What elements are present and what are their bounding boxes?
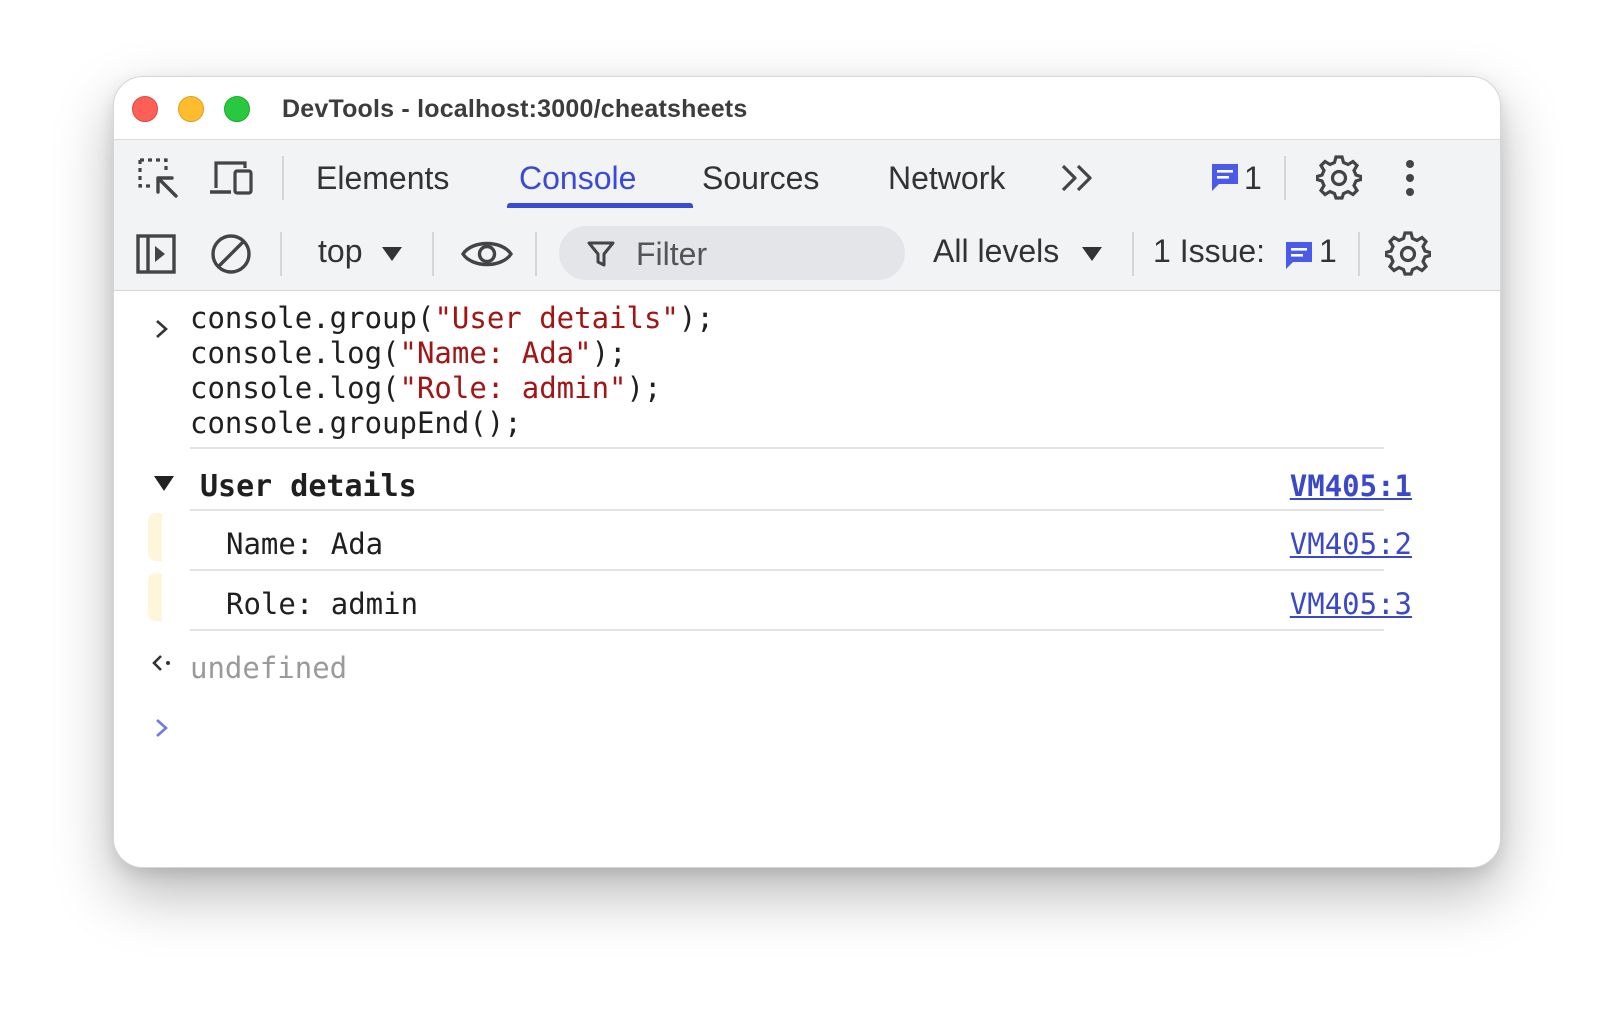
- more-options-icon[interactable]: [1398, 156, 1422, 200]
- divider: [280, 232, 282, 276]
- source-link[interactable]: VM405:3: [1290, 587, 1412, 621]
- levels-dropdown-icon[interactable]: [1082, 247, 1102, 261]
- active-tab-indicator: [507, 203, 693, 208]
- close-window-button[interactable]: [132, 96, 158, 122]
- row-divider: [190, 509, 1384, 511]
- context-dropdown-icon[interactable]: [382, 247, 402, 261]
- tab-network[interactable]: Network: [888, 160, 1005, 197]
- show-sidebar-icon[interactable]: [134, 230, 178, 278]
- divider: [1358, 232, 1360, 276]
- divider: [432, 232, 434, 276]
- group-title[interactable]: User details: [200, 469, 417, 504]
- code-line: console.group("User details");: [190, 301, 714, 335]
- issues-count: 1: [1319, 233, 1337, 269]
- group-indent-gutter: [148, 513, 162, 561]
- code-line: console.log("Role: admin");: [190, 371, 662, 405]
- tab-sources[interactable]: Sources: [702, 160, 819, 197]
- settings-gear-icon[interactable]: [1315, 154, 1363, 202]
- more-tabs-icon[interactable]: [1058, 158, 1098, 198]
- console-prompt-chevron-icon[interactable]: [152, 715, 172, 741]
- clear-console-icon[interactable]: [208, 230, 254, 278]
- row-divider: [190, 629, 1384, 631]
- context-selector[interactable]: top: [318, 233, 362, 270]
- panel-tab-bar: Elements Console Sources Network 1: [114, 139, 1500, 219]
- zoom-window-button[interactable]: [224, 96, 250, 122]
- console-toolbar: top Filter All levels 1 Issue: 1: [114, 218, 1500, 291]
- log-levels-selector[interactable]: All levels: [933, 233, 1059, 270]
- issues-label[interactable]: 1 Issue:: [1153, 233, 1265, 270]
- window-title: DevTools - localhost:3000/cheatsheets: [282, 95, 748, 123]
- tab-console[interactable]: Console: [519, 160, 636, 197]
- divider: [1284, 156, 1286, 200]
- divider: [1132, 232, 1134, 276]
- minimize-window-button[interactable]: [178, 96, 204, 122]
- source-link[interactable]: VM405:1: [1290, 469, 1412, 503]
- console-output[interactable]: console.group("User details"); console.l…: [114, 291, 1500, 867]
- group-indent-gutter: [148, 573, 162, 621]
- group-expanded-triangle-icon[interactable]: [152, 471, 176, 495]
- code-line: console.log("Name: Ada");: [190, 336, 627, 370]
- result-value: undefined: [190, 651, 348, 685]
- code-line: console.groupEnd();: [190, 406, 522, 440]
- log-message: Role: admin: [226, 587, 419, 621]
- divider: [535, 232, 537, 276]
- messages-count: 1: [1244, 160, 1262, 196]
- devtools-window: DevTools - localhost:3000/cheatsheets El…: [113, 76, 1501, 868]
- filter-input[interactable]: Filter: [559, 226, 905, 280]
- tab-elements[interactable]: Elements: [316, 160, 449, 197]
- issues-icon[interactable]: [1282, 238, 1316, 272]
- row-divider: [190, 569, 1384, 571]
- title-bar: DevTools - localhost:3000/cheatsheets: [114, 77, 1500, 139]
- device-toolbar-icon[interactable]: [206, 154, 256, 202]
- live-expression-eye-icon[interactable]: [459, 234, 515, 274]
- inspect-element-icon[interactable]: [134, 154, 182, 202]
- filter-placeholder: Filter: [636, 236, 708, 272]
- result-return-arrow-icon: [150, 651, 176, 675]
- filter-funnel-icon: [585, 238, 617, 270]
- divider: [282, 156, 284, 200]
- input-prompt-chevron-icon: [152, 317, 172, 341]
- messages-icon[interactable]: [1208, 160, 1242, 194]
- source-link[interactable]: VM405:2: [1290, 527, 1412, 561]
- row-divider: [190, 447, 1384, 449]
- console-settings-gear-icon[interactable]: [1384, 230, 1432, 278]
- log-message: Name: Ada: [226, 527, 384, 561]
